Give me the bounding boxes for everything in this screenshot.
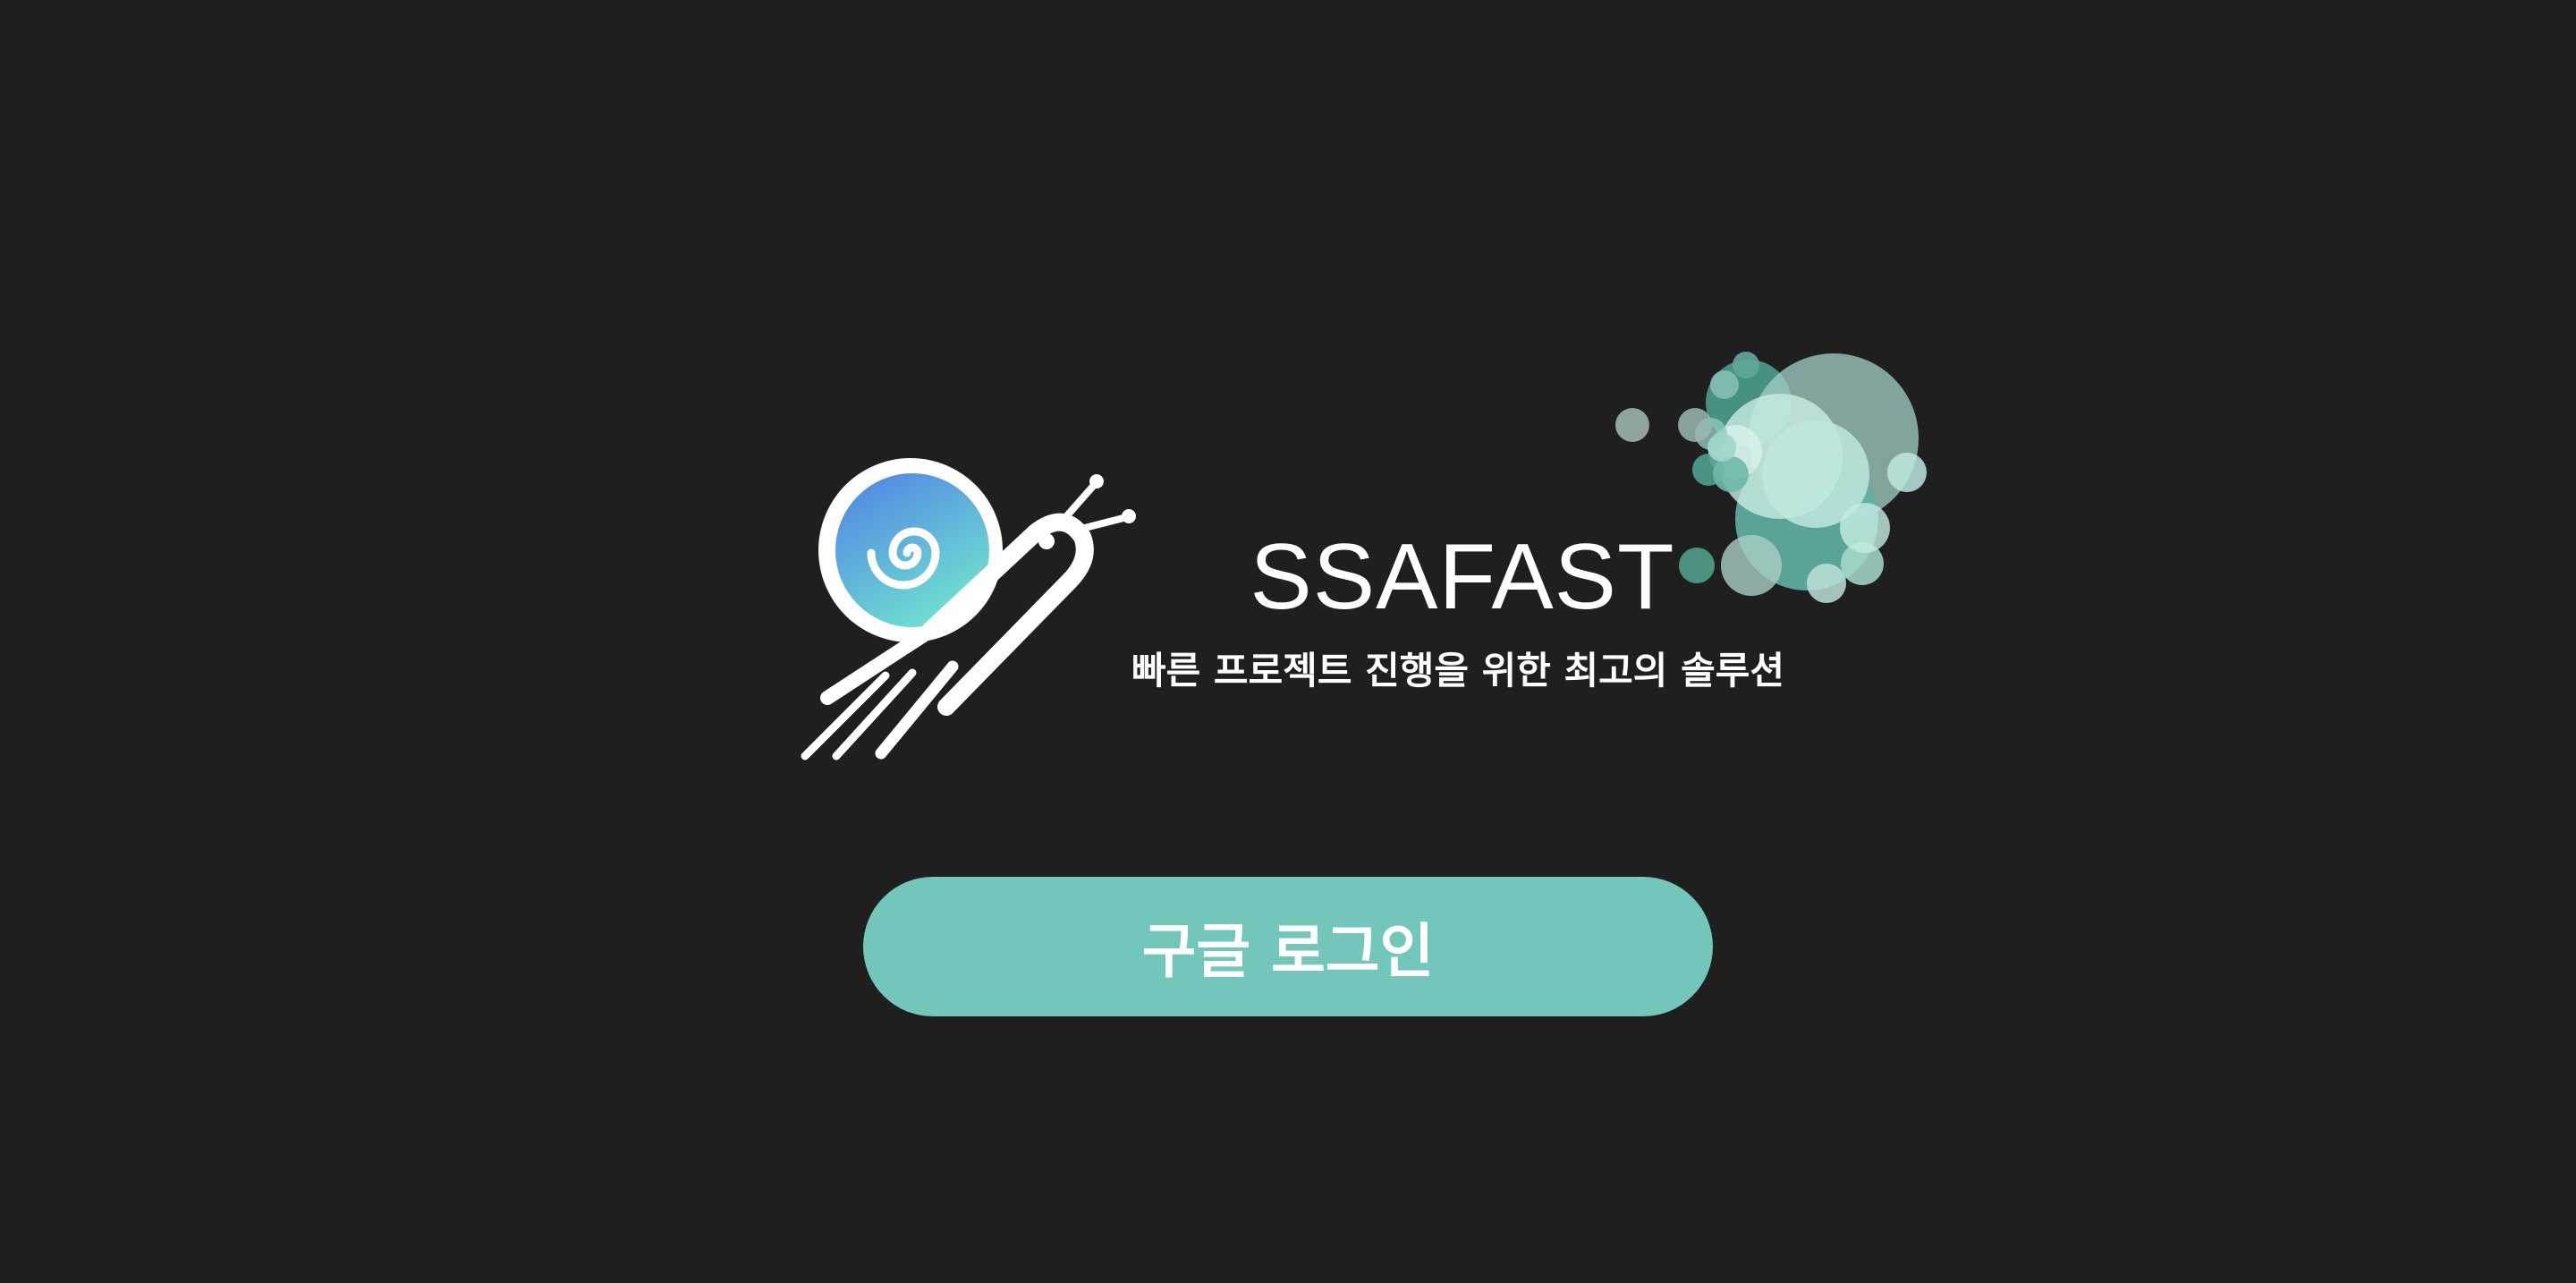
app-subtitle: 빠른 프로젝트 진행을 위한 최고의 솔루션 [1131,649,1784,692]
login-page: SSAFAST 빠른 프로젝트 진행을 위한 최고의 솔루션 구글 로그인 [0,0,2576,1283]
app-title: SSAFAST [1250,525,1675,629]
google-login-button[interactable]: 구글 로그인 [863,877,1713,1016]
snail-logo-icon [801,458,1136,760]
